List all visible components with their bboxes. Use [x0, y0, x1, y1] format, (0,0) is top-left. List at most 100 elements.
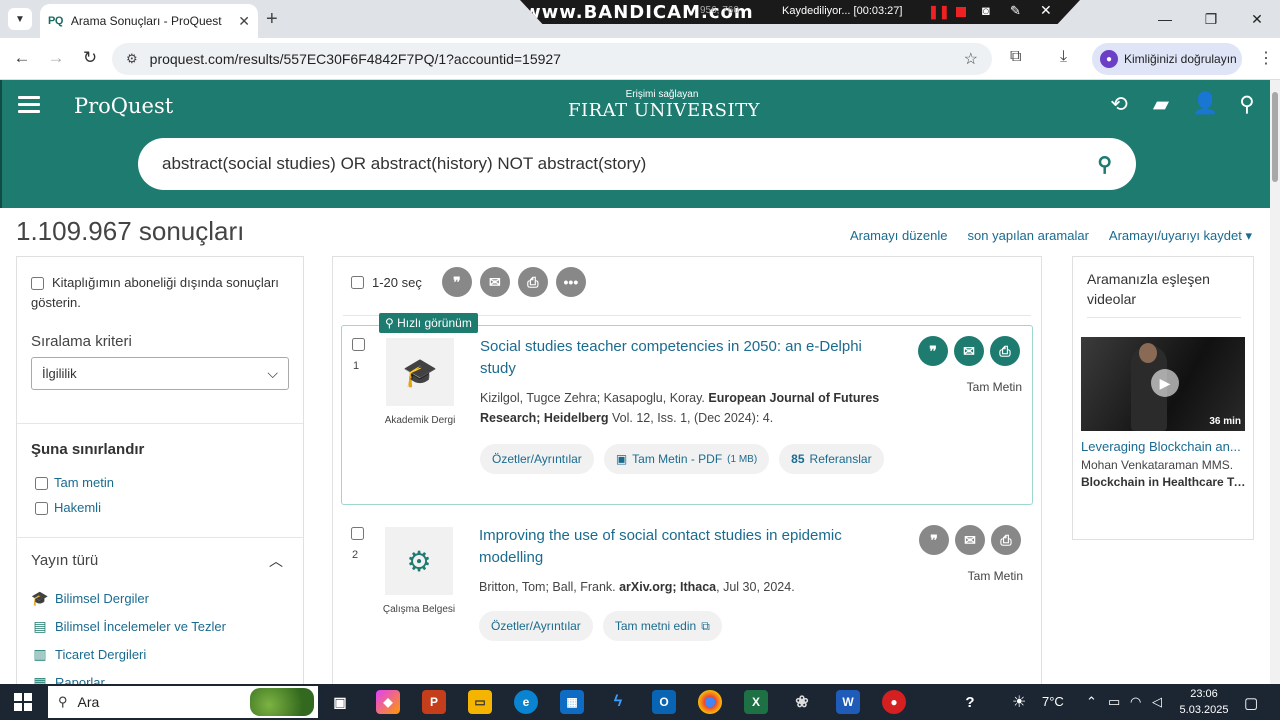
forward-arrow-icon[interactable]: → [44, 48, 68, 68]
camera-icon[interactable]: ◙ [982, 3, 990, 18]
cite-icon[interactable]: ❞ [919, 525, 949, 555]
edit-search-link[interactable]: Aramayı düzenle [850, 228, 948, 244]
filter-full-text[interactable]: Tam metin [35, 475, 114, 491]
search-highlight-image [250, 688, 314, 716]
working-paper-icon[interactable]: ⚙ [385, 527, 453, 595]
windows-start-icon[interactable] [14, 693, 32, 711]
save-search-link[interactable]: Aramayı/uyarıyı kaydet ▾ [1109, 228, 1252, 244]
cite-icon[interactable]: ❞ [918, 336, 948, 366]
user-icon[interactable]: 👤 [1192, 92, 1218, 116]
volume-icon[interactable]: ◁ [1152, 694, 1162, 710]
bookmark-star-icon[interactable]: ☆ [964, 49, 978, 69]
task-view-icon[interactable]: ▣ [328, 690, 352, 714]
taskbar-search[interactable]: ⚲ Ara [48, 686, 318, 718]
full-text-checkbox[interactable] [35, 477, 48, 491]
outside-subscription-checkbox[interactable] [31, 277, 44, 291]
page-scrollbar[interactable] [1270, 80, 1280, 684]
tray-chevron-icon[interactable]: ⌃ [1086, 694, 1097, 710]
peer-reviewed-checkbox[interactable] [35, 502, 48, 516]
sort-select[interactable]: İlgililik ⌵ [31, 357, 289, 390]
access-provider-label: Erişimi sağlayan [625, 89, 699, 100]
select-page-checkbox[interactable] [351, 275, 364, 289]
download-icon[interactable]: ⤓ [1060, 48, 1067, 66]
tab-close-icon[interactable]: ✕ [238, 13, 250, 30]
abstract-details-button[interactable]: Özetler/Ayrıntılar [479, 611, 593, 641]
edge-icon[interactable]: e [514, 690, 538, 714]
stop-icon[interactable] [956, 7, 966, 17]
minimize-icon[interactable]: — [1142, 0, 1188, 38]
full-text-pdf-button[interactable]: ▣ Tam Metin - PDF (1 MB) [603, 444, 770, 474]
search-submit-icon[interactable]: ⚲ [1097, 152, 1112, 177]
references-button[interactable]: 85 Referanslar [779, 444, 884, 474]
weather-icon[interactable]: ☀ [1012, 692, 1026, 712]
print-icon[interactable]: ⎙ [991, 525, 1021, 555]
wifi-icon[interactable]: ◠ [1130, 694, 1141, 710]
reload-icon[interactable]: ↻ [78, 48, 102, 68]
abstract-details-button[interactable]: Özetler/Ayrıntılar [480, 444, 594, 474]
new-tab-plus-icon[interactable]: + [266, 8, 278, 30]
browser-menu-icon[interactable]: ⋮ [1258, 48, 1274, 68]
recorder-close-icon[interactable]: ✕ [1040, 2, 1052, 19]
scroll-thumb[interactable] [1272, 92, 1278, 182]
powerpoint-icon[interactable]: P [422, 690, 446, 714]
result-title-link[interactable]: Social studies teacher competencies in 2… [480, 336, 900, 380]
header-search-icon[interactable]: ⚲ [1234, 92, 1260, 117]
browser-tab-active[interactable]: PQ Arama Sonuçları - ProQuest ✕ [40, 4, 258, 38]
pause-icon[interactable]: ❚❚ [928, 4, 950, 20]
graduation-cap-icon[interactable]: 🎓 [386, 338, 454, 406]
search-input[interactable] [162, 154, 1098, 174]
email-icon[interactable]: ✉ [954, 336, 984, 366]
file-explorer-icon[interactable]: ▭ [468, 690, 492, 714]
extensions-icon[interactable]: ⧉ [1010, 48, 1021, 66]
network-icon[interactable]: ▭ [1108, 694, 1120, 710]
url-text[interactable]: proquest.com/results/557EC30F6F4842F7PQ/… [150, 51, 964, 67]
paint-icon[interactable]: ❀ [790, 690, 814, 714]
help-icon[interactable]: ? [958, 690, 982, 714]
print-icon[interactable]: ⎙ [990, 336, 1020, 366]
get-full-text-button[interactable]: Tam metni edin ⧉ [602, 611, 722, 641]
result-checkbox[interactable] [351, 527, 364, 540]
hamburger-menu-icon[interactable] [18, 96, 40, 117]
outlook-icon[interactable]: O [652, 690, 676, 714]
video-thumbnail[interactable]: ▶ 36 min [1081, 337, 1245, 431]
pub-type-dissertations[interactable]: ▤ Bilimsel İncelemeler ve Tezler [31, 618, 226, 634]
email-icon[interactable]: ✉ [479, 267, 510, 297]
pub-type-heading: Yayın türü [31, 552, 99, 569]
result-checkbox[interactable] [352, 338, 365, 351]
pub-type-trade-journals[interactable]: ▥ Ticaret Dergileri [31, 646, 146, 662]
notifications-icon[interactable]: ▢ [1244, 694, 1258, 712]
taskbar-clock[interactable]: 23:06 5.03.2025 [1176, 686, 1232, 718]
tab-search-chevron-icon[interactable]: ▼ [8, 8, 32, 30]
more-options-icon[interactable]: ••• [555, 267, 586, 297]
maximize-icon[interactable]: ❐ [1188, 0, 1234, 38]
back-arrow-icon[interactable]: ← [10, 48, 34, 68]
recent-searches-link[interactable]: son yapılan aramalar [968, 228, 1089, 244]
chrome-icon[interactable] [698, 690, 722, 714]
results-panel: 1-20 seç ❞ ✉ ⎙ ••• 1 🎓 Akademik Dergi So… [332, 256, 1042, 686]
verify-identity-button[interactable]: ● Kimliğinizi doğrulayın [1092, 43, 1242, 75]
power-automate-icon[interactable]: ϟ [606, 690, 630, 714]
result-title-link[interactable]: Improving the use of social contact stud… [479, 525, 899, 569]
excel-icon[interactable]: X [744, 690, 768, 714]
print-icon[interactable]: ⎙ [517, 267, 548, 297]
bandicam-icon[interactable]: ● [882, 690, 906, 714]
store-icon[interactable]: ▦ [560, 690, 584, 714]
window-close-icon[interactable]: ✕ [1234, 0, 1280, 38]
address-bar[interactable]: ⚙ proquest.com/results/557EC30F6F4842F7P… [112, 43, 992, 75]
email-icon[interactable]: ✉ [955, 525, 985, 555]
site-settings-icon[interactable]: ⚙ [126, 51, 138, 67]
video-title-link[interactable]: Leveraging Blockchain an... [1081, 439, 1247, 454]
pub-type-scholarly-journals[interactable]: 🎓 Bilimsel Dergiler [31, 590, 149, 606]
folder-icon[interactable]: ▰ [1148, 92, 1174, 117]
history-icon[interactable]: ⟲ [1106, 92, 1132, 117]
quick-view-button[interactable]: ⚲ Hızlı görünüm [379, 313, 478, 333]
copilot-icon[interactable]: ◆ [376, 690, 400, 714]
word-icon[interactable]: W [836, 690, 860, 714]
play-icon[interactable]: ▶ [1151, 369, 1179, 397]
pen-icon[interactable]: ✎ [1010, 3, 1021, 19]
chevron-up-icon[interactable]: ︿ [269, 551, 283, 571]
cite-icon[interactable]: ❞ [441, 267, 472, 297]
filter-peer-reviewed[interactable]: Hakemli [35, 500, 101, 516]
temperature[interactable]: 7°C [1042, 694, 1064, 709]
proquest-logo[interactable]: ProQuest [74, 94, 173, 118]
